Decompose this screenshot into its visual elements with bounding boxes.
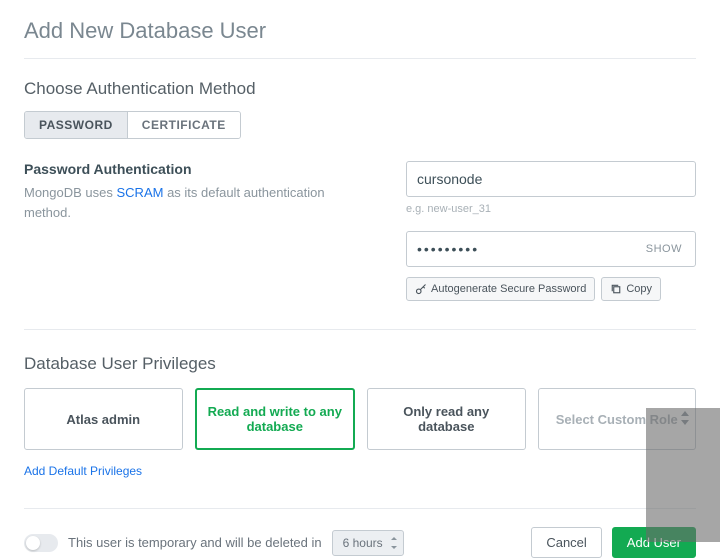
copy-icon <box>610 283 622 295</box>
priv-card-read-only[interactable]: Only read any database <box>367 388 526 450</box>
auth-method-title: Choose Authentication Method <box>24 79 696 99</box>
copy-button[interactable]: Copy <box>601 277 661 301</box>
show-password-button[interactable]: SHOW <box>640 242 688 256</box>
password-auth-title: Password Authentication <box>24 161 366 177</box>
duration-select[interactable]: 6 hours <box>332 530 404 556</box>
divider <box>24 329 696 330</box>
scram-link[interactable]: SCRAM <box>117 185 164 200</box>
autogenerate-password-button[interactable]: Autogenerate Secure Password <box>406 277 595 301</box>
auth-tabs: PASSWORD CERTIFICATE <box>24 111 241 139</box>
temporary-user-toggle[interactable] <box>24 534 58 552</box>
tab-certificate[interactable]: CERTIFICATE <box>127 112 240 138</box>
privileges-title: Database User Privileges <box>24 354 696 374</box>
temporary-user-label: This user is temporary and will be delet… <box>68 535 322 550</box>
overlay-shadow <box>646 408 720 542</box>
page-title: Add New Database User <box>24 18 696 44</box>
priv-card-read-write[interactable]: Read and write to any database <box>195 388 356 450</box>
password-auth-desc: MongoDB uses SCRAM as its default authen… <box>24 183 366 222</box>
add-default-privileges-link[interactable]: Add Default Privileges <box>24 464 142 478</box>
username-input[interactable] <box>406 161 696 197</box>
tab-password[interactable]: PASSWORD <box>25 112 127 138</box>
priv-card-atlas-admin[interactable]: Atlas admin <box>24 388 183 450</box>
cancel-button[interactable]: Cancel <box>531 527 601 558</box>
username-hint: e.g. new-user_31 <box>406 203 696 215</box>
key-icon <box>415 283 427 295</box>
divider <box>24 58 696 59</box>
